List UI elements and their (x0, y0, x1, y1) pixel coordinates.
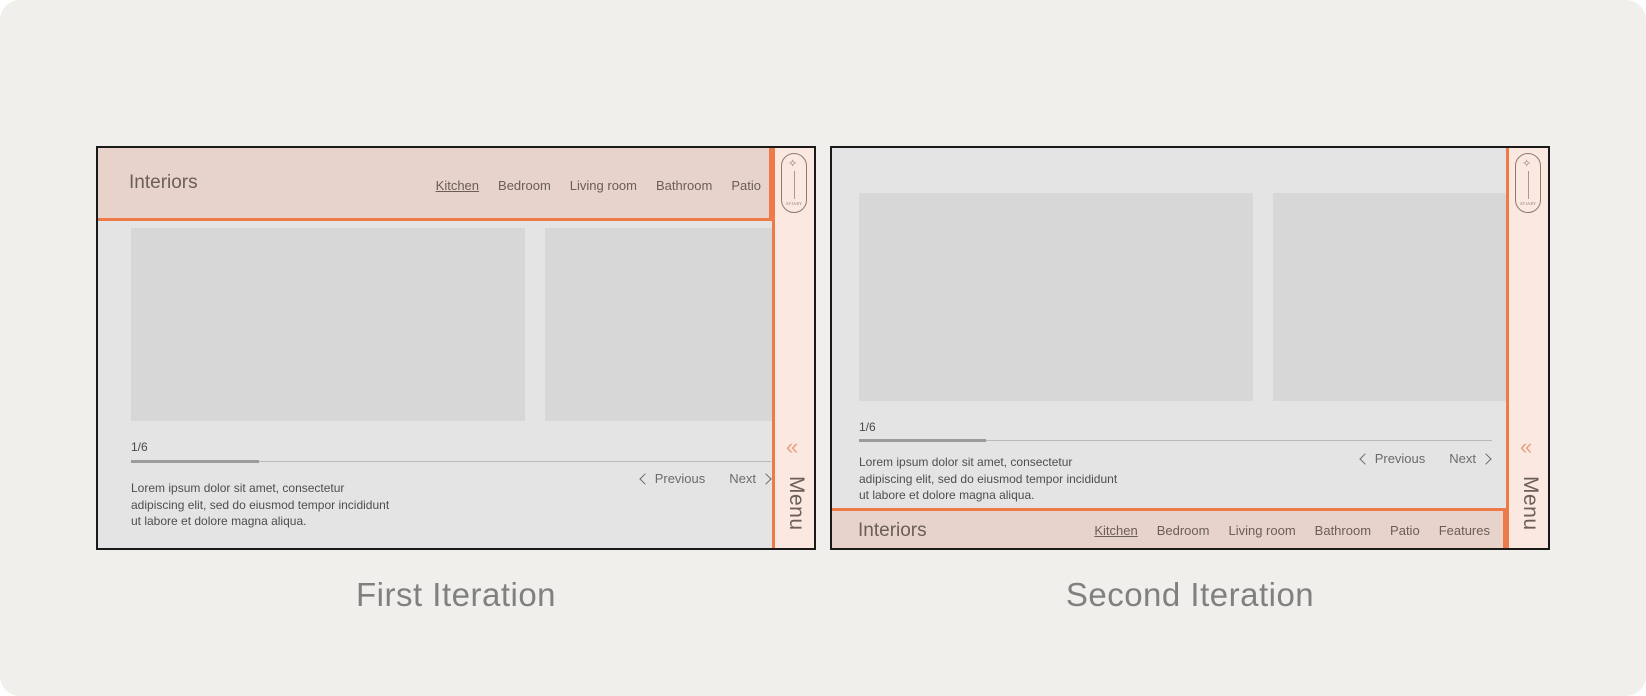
next-button[interactable]: Next (729, 471, 772, 486)
previous-label: Previous (1374, 451, 1426, 466)
nav-link-features[interactable]: Features (1439, 523, 1490, 538)
nav-link-bathroom[interactable]: Bathroom (1315, 523, 1371, 538)
top-navbar: Interiors Kitchen Bedroom Living room Ba… (98, 148, 772, 221)
side-menu-panel: ✧ AVIARY « Menu (772, 148, 814, 548)
nav-link-living-room[interactable]: Living room (1228, 523, 1295, 538)
chevron-left-icon (639, 473, 651, 485)
star-logo-icon: ✧ (1522, 158, 1532, 170)
progress-track (131, 460, 771, 463)
logo-text: AVIARY (785, 201, 803, 206)
image-placeholder (859, 193, 1253, 401)
description-text: Lorem ipsum dolor sit amet, consectetur … (859, 455, 1118, 502)
slide-counter: 1/6 (859, 420, 876, 434)
caption-second-iteration: Second Iteration (1065, 576, 1315, 613)
logo-stem (794, 171, 795, 199)
progress-track (859, 439, 1492, 442)
image-placeholder (545, 228, 772, 421)
nav-links: Kitchen Bedroom Living room Bathroom Pat… (1094, 523, 1490, 538)
bottom-navbar: Interiors Kitchen Bedroom Living room Ba… (832, 508, 1506, 548)
double-chevron-left-icon[interactable]: « (786, 436, 804, 458)
nav-link-living-room[interactable]: Living room (570, 178, 637, 193)
nav-link-kitchen[interactable]: Kitchen (436, 178, 479, 193)
next-label: Next (729, 471, 756, 486)
main-content: Interiors Kitchen Bedroom Living room Ba… (98, 148, 772, 548)
previous-label: Previous (654, 471, 706, 486)
next-label: Next (1449, 451, 1476, 466)
logo[interactable]: ✧ AVIARY (781, 153, 807, 213)
nav-link-bedroom[interactable]: Bedroom (498, 178, 551, 193)
slide-counter: 1/6 (131, 440, 148, 454)
star-logo-icon: ✧ (788, 158, 798, 170)
description-text: Lorem ipsum dolor sit amet, consectetur … (131, 481, 390, 528)
brand-title[interactable]: Interiors (129, 172, 198, 194)
nav-link-bedroom[interactable]: Bedroom (1157, 523, 1210, 538)
nav-links: Kitchen Bedroom Living room Bathroom Pat… (436, 178, 761, 193)
previous-button[interactable]: Previous (639, 471, 706, 486)
image-placeholder (131, 228, 525, 421)
menu-toggle[interactable]: Menu (1516, 476, 1542, 531)
nav-link-patio[interactable]: Patio (731, 178, 761, 193)
nav-link-patio[interactable]: Patio (1390, 523, 1420, 538)
first-iteration-frame: Interiors Kitchen Bedroom Living room Ba… (96, 146, 816, 550)
second-iteration-frame: 1/6 Previous Next Lorem ipsum dolor sit … (830, 146, 1550, 550)
nav-link-bathroom[interactable]: Bathroom (656, 178, 712, 193)
caption-first-iteration: First Iteration (355, 576, 557, 613)
double-chevron-left-icon[interactable]: « (1520, 436, 1538, 458)
progress-fill (131, 460, 259, 463)
chevron-right-icon (760, 473, 772, 485)
logo[interactable]: ✧ AVIARY (1515, 153, 1541, 213)
image-placeholder (1273, 193, 1506, 401)
pager: Previous Next (639, 471, 772, 486)
previous-button[interactable]: Previous (1359, 451, 1426, 466)
logo-stem (1528, 171, 1529, 199)
progress-fill (859, 439, 986, 442)
chevron-right-icon (1480, 453, 1492, 465)
menu-toggle[interactable]: Menu (782, 476, 808, 531)
canvas: Interiors Kitchen Bedroom Living room Ba… (0, 0, 1646, 696)
next-button[interactable]: Next (1449, 451, 1492, 466)
brand-title[interactable]: Interiors (858, 520, 927, 542)
side-menu-panel: ✧ AVIARY « Menu (1506, 148, 1548, 548)
main-content: 1/6 Previous Next Lorem ipsum dolor sit … (832, 148, 1506, 548)
logo-text: AVIARY (1519, 201, 1537, 206)
nav-link-kitchen[interactable]: Kitchen (1094, 523, 1137, 538)
chevron-left-icon (1359, 453, 1371, 465)
pager: Previous Next (1359, 451, 1492, 466)
